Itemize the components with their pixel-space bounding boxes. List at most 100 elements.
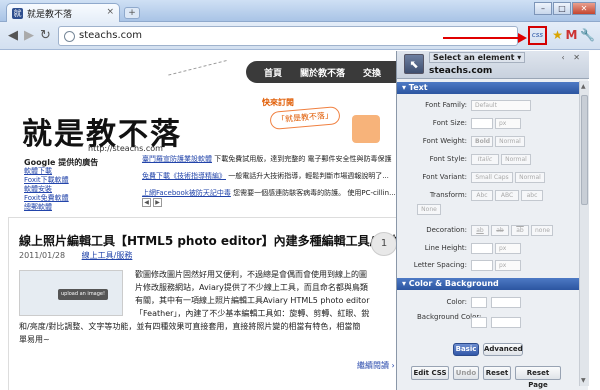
font-size-label: Font Size:	[432, 119, 467, 127]
post-body: 歡圖修改圖片固然好用又便利，不過總是會偶而會使用到線上的圖 片修改服務網站，Av…	[135, 268, 396, 320]
panel-header: ⬉ Select an element ▾ steachs.com ‹ ✕	[397, 51, 589, 79]
background-color-swatch[interactable]	[471, 317, 487, 328]
decoration-underline-button[interactable]: ab	[471, 225, 489, 236]
ad-link[interactable]: Foxit下載軟體	[24, 176, 69, 185]
font-style-normal-button[interactable]: Normal	[501, 154, 531, 165]
news-item: 上網Facebook被防天記中毒 您需要一個感連防駭客病毒的防護。 使用PC-c…	[142, 189, 396, 197]
news-text: 您需要一個感連防駭客病毒的防護。 使用PC-cillin...	[233, 189, 396, 197]
upload-image-button: upload an image!	[58, 289, 108, 300]
decoration-strike-button[interactable]: ab	[491, 225, 509, 236]
new-tab-button[interactable]: +	[124, 7, 140, 19]
back-arrow-icon[interactable]: ◀	[8, 29, 18, 42]
reset-button[interactable]: Reset	[483, 366, 511, 380]
minimize-button[interactable]: –	[534, 2, 552, 15]
post-thumbnail[interactable]: upload an image!	[19, 270, 123, 316]
panel-domain: steachs.com	[429, 66, 493, 76]
font-variant-smallcaps-button[interactable]: Small Caps	[471, 172, 513, 183]
panel-scrollbar[interactable]: ▲ ▼	[579, 81, 589, 386]
font-family-select[interactable]: Default	[471, 100, 531, 111]
post-category-link[interactable]: 線上工具/服務	[82, 251, 133, 260]
reload-icon[interactable]: ↻	[40, 29, 51, 42]
news-item: 免費下載《技術指導精編》 一般電話升大技術指導，輕鬆判斷市場週報說明了...	[142, 172, 396, 180]
close-window-button[interactable]: ✕	[572, 2, 596, 15]
scrollbar-thumb[interactable]	[581, 95, 588, 205]
address-bar[interactable]: steachs.com	[58, 26, 518, 46]
globe-icon	[64, 31, 75, 42]
select-element-dropdown[interactable]: Select an element ▾	[429, 52, 526, 63]
ad-link[interactable]: 軟體安裝	[24, 185, 69, 194]
font-weight-normal-button[interactable]: Normal	[495, 136, 525, 147]
ad-link[interactable]: Foxit免費軟體	[24, 194, 69, 203]
nav-item-about[interactable]: 關於教不落	[300, 66, 345, 79]
scroll-up-icon[interactable]: ▲	[581, 83, 586, 90]
basic-mode-button[interactable]: Basic	[453, 343, 479, 356]
transform-label: Transform:	[429, 191, 467, 199]
news-link[interactable]: 臺鬥羅宣防護業設軟體	[142, 155, 212, 163]
font-style-italic-button[interactable]: Italic	[471, 154, 499, 165]
element-picker-icon[interactable]: ⬉	[404, 54, 424, 74]
logo-url: http://steachs.com	[88, 144, 163, 153]
font-style-row: Font Style: Italic Normal	[397, 154, 579, 168]
advanced-mode-button[interactable]: Advanced	[483, 343, 523, 356]
line-height-unit-select[interactable]: px	[495, 243, 521, 254]
post-title[interactable]: 線上照片編輯工具【HTML5 photo editor】內建多種編輯工具/特效	[19, 232, 396, 249]
ad-link[interactable]: 軟體下載	[24, 167, 69, 176]
color-swatch[interactable]	[471, 297, 487, 308]
decoration-none-button[interactable]: none	[531, 225, 553, 236]
forward-arrow-icon[interactable]: ▶	[24, 29, 34, 42]
color-section-header[interactable]: ▾ Color & Background	[397, 278, 579, 290]
post-meta: 2011/01/28 線上工具/服務	[19, 250, 132, 261]
prev-arrow-icon[interactable]: ◀	[142, 198, 151, 207]
news-link[interactable]: 免費下載《技術指導精編》	[142, 172, 226, 180]
css-viewer-extension-icon[interactable]: css	[528, 26, 547, 45]
annotation-arrowhead	[518, 33, 527, 43]
letter-spacing-unit-select[interactable]: px	[495, 260, 521, 271]
letter-spacing-row: Letter Spacing: px	[397, 260, 579, 274]
undo-button[interactable]: Undo	[453, 366, 479, 380]
transform-capitalize-button[interactable]: Abc	[471, 190, 493, 201]
comment-count-badge[interactable]: 1	[371, 232, 396, 256]
follow-label: 快來訂閱	[262, 98, 294, 107]
tab-title: 就是教不落	[27, 10, 73, 20]
font-size-unit-select[interactable]: px	[495, 118, 521, 129]
font-variant-normal-button[interactable]: Normal	[515, 172, 545, 183]
scroll-down-icon[interactable]: ▼	[581, 377, 586, 384]
nav-item-home[interactable]: 首頁	[264, 66, 282, 79]
next-arrow-icon[interactable]: ▶	[153, 198, 162, 207]
color-input[interactable]	[491, 297, 521, 308]
ad-pager: ◀ ▶	[142, 198, 162, 207]
annotation-arrow	[443, 37, 525, 39]
read-more-link[interactable]: 繼續閱讀 ›	[357, 360, 395, 371]
panel-controls[interactable]: ‹ ✕	[562, 53, 583, 62]
line-height-input[interactable]	[471, 243, 493, 254]
edit-css-button[interactable]: Edit CSS	[411, 366, 449, 380]
gmail-icon[interactable]: M	[563, 27, 580, 44]
letter-spacing-input[interactable]	[471, 260, 493, 271]
news-text: 一般電話升大技術指導，輕鬆判斷市場週報說明了...	[228, 172, 389, 180]
text-section-header[interactable]: ▾ Text	[397, 82, 579, 94]
transform-lowercase-button[interactable]: abc	[521, 190, 543, 201]
ad-link[interactable]: 總郵軟體	[24, 203, 69, 212]
nav-item-exchange[interactable]: 交換	[363, 66, 381, 79]
rss-icon[interactable]	[352, 115, 380, 143]
post-line: 歡圖修改圖片固然好用又便利，不過總是會偶而會使用到線上的圖	[135, 270, 367, 279]
subscribe-bubble[interactable]: 「就是教不落」	[269, 105, 341, 131]
transform-uppercase-button[interactable]: ABC	[495, 190, 519, 201]
wrench-menu-icon[interactable]: 🔧	[579, 27, 596, 44]
background-color-input[interactable]	[491, 317, 521, 328]
tab-close-icon[interactable]: ×	[106, 7, 114, 17]
font-size-input[interactable]	[471, 118, 493, 129]
font-variant-row: Font Variant: Small Caps Normal	[397, 172, 579, 186]
letter-spacing-label: Letter Spacing:	[413, 261, 467, 269]
transform-none-button[interactable]: None	[417, 204, 441, 215]
post-body-continued: 和/亮度/對比調整、文字等功能，並有四種效果可直接套用，直接將照片變的相當有特色…	[19, 320, 396, 346]
maximize-button[interactable]: □	[553, 2, 571, 15]
site-favicon-icon: 就	[12, 8, 23, 19]
decoration-overline-button[interactable]: ab	[511, 225, 529, 236]
line-height-label: Line Height:	[424, 244, 467, 252]
panel-footer: Edit CSS Undo Reset Reset Page	[397, 363, 579, 389]
browser-tab[interactable]: 就 就是教不落 ×	[6, 3, 120, 22]
news-link[interactable]: 上網Facebook被防天記中毒	[142, 189, 231, 197]
font-weight-bold-button[interactable]: Bold	[471, 136, 493, 147]
reset-page-button[interactable]: Reset Page	[515, 366, 561, 389]
